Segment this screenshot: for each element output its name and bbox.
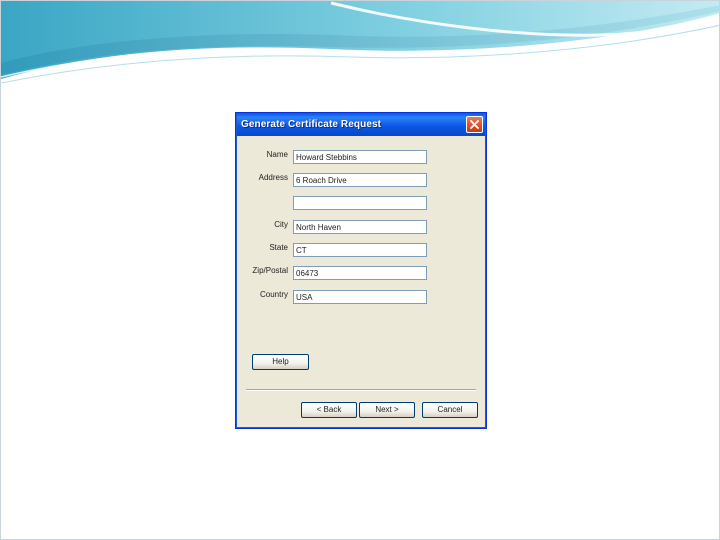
address-field[interactable]: 6 Roach Drive	[293, 173, 427, 187]
state-field[interactable]: CT	[293, 243, 427, 257]
back-button[interactable]: < Back	[301, 402, 357, 418]
dialog-titlebar[interactable]: Generate Certificate Request	[237, 114, 485, 136]
close-icon	[470, 120, 479, 129]
city-field[interactable]: North Haven	[293, 220, 427, 234]
decorative-header-swoosh	[1, 1, 719, 84]
generate-certificate-request-dialog: Generate Certificate Request Name Howard…	[235, 112, 487, 429]
address-label: Address	[258, 173, 288, 182]
close-button[interactable]	[466, 116, 483, 133]
name-field[interactable]: Howard Stebbins	[293, 150, 427, 164]
country-field[interactable]: USA	[293, 290, 427, 304]
help-button[interactable]: Help	[252, 354, 309, 370]
dialog-title: Generate Certificate Request	[241, 119, 382, 130]
next-button[interactable]: Next >	[359, 402, 415, 418]
name-label: Name	[266, 150, 288, 159]
state-label: State	[269, 243, 288, 252]
zip-postal-label: Zip/Postal	[252, 266, 288, 275]
cancel-button[interactable]: Cancel	[422, 402, 478, 418]
address-line2-field[interactable]	[293, 196, 427, 210]
dialog-divider	[246, 389, 476, 391]
country-label: Country	[259, 290, 288, 299]
zip-postal-field[interactable]: 06473	[293, 266, 427, 280]
city-label: City	[274, 220, 288, 229]
slide-background: Generate Certificate Request Name Howard…	[0, 0, 720, 540]
